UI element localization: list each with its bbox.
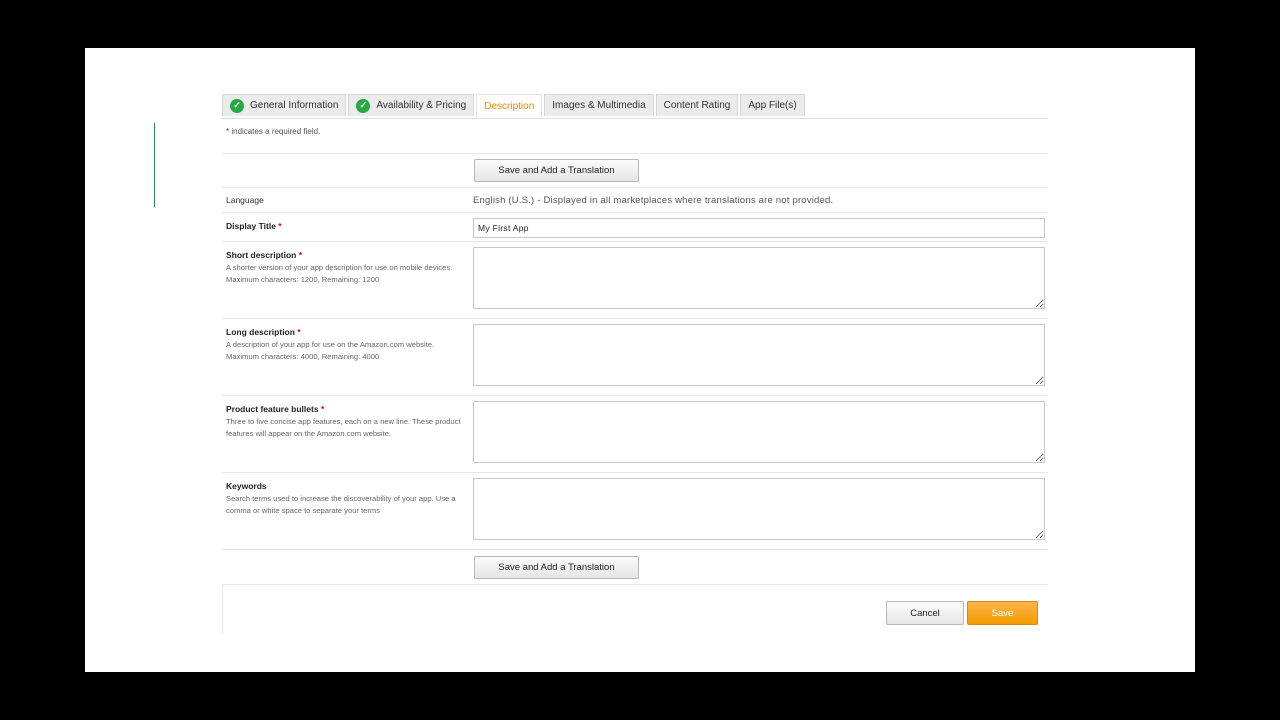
language-value: English (U.S.) - Displayed in all market… — [473, 195, 834, 206]
label-text: Display Title — [226, 221, 276, 231]
required-star: * — [298, 250, 303, 260]
divider — [222, 241, 1048, 242]
tab-label: Content Rating — [663, 100, 731, 111]
character-limit: Maximum characters: 4000, Remaining: 400… — [226, 352, 380, 361]
divider — [222, 212, 1048, 213]
character-limit: Maximum characters: 1200, Remaining: 120… — [226, 275, 380, 284]
divider — [222, 318, 1048, 319]
long-description-help: A description of your app for use on the… — [226, 339, 466, 363]
check-icon: ✓ — [356, 98, 371, 113]
help-text: A description of your app for use on the… — [226, 340, 435, 349]
display-title-input[interactable] — [473, 218, 1045, 238]
long-description-label: Long description * — [226, 327, 301, 337]
display-title-label: Display Title * — [226, 221, 282, 231]
required-field-note: * indicates a required field. — [226, 127, 320, 136]
divider — [222, 549, 1048, 550]
cancel-button[interactable]: Cancel — [886, 601, 964, 625]
short-description-textarea[interactable] — [473, 247, 1045, 309]
label-text: Long description — [226, 327, 295, 337]
required-star: * — [320, 404, 325, 414]
keywords-textarea[interactable] — [473, 478, 1045, 540]
tab-general-information[interactable]: ✓ General Information — [222, 94, 347, 116]
required-star: * — [278, 221, 282, 231]
help-text: Search terms used to increase the discov… — [226, 494, 456, 515]
save-and-add-translation-button-bottom[interactable]: Save and Add a Translation — [474, 556, 639, 579]
tab-label: Availability & Pricing — [376, 100, 467, 111]
help-text: A shorter version of your app descriptio… — [226, 263, 453, 272]
save-button[interactable]: Save — [967, 601, 1038, 625]
divider — [222, 472, 1048, 473]
tab-label: General Information — [250, 100, 339, 111]
keywords-label: Keywords — [226, 481, 267, 491]
help-text: Three to five concise app features, each… — [226, 417, 461, 438]
tab-app-files[interactable]: App File(s) — [740, 94, 805, 116]
short-description-label: Short description * — [226, 250, 302, 260]
language-label: Language — [226, 195, 264, 205]
label-text: Product feature bullets — [226, 404, 319, 414]
tab-content-rating[interactable]: Content Rating — [655, 94, 739, 116]
divider — [222, 395, 1048, 396]
keywords-help: Search terms used to increase the discov… — [226, 493, 466, 517]
save-and-add-translation-button-top[interactable]: Save and Add a Translation — [474, 159, 639, 182]
check-icon: ✓ — [230, 98, 244, 113]
tab-availability-pricing[interactable]: ✓ Availability & Pricing — [348, 94, 475, 116]
feature-bullets-textarea[interactable] — [473, 401, 1045, 463]
divider — [222, 187, 1048, 188]
required-note-text: indicates a required field. — [229, 127, 321, 136]
label-text: Short description — [226, 250, 297, 260]
tab-label: App File(s) — [748, 100, 797, 111]
divider — [222, 153, 1048, 154]
tab-images-multimedia[interactable]: Images & Multimedia — [544, 94, 654, 116]
label-text: Keywords — [226, 481, 267, 491]
required-star: * — [297, 327, 301, 337]
left-divider — [154, 123, 155, 207]
tab-description[interactable]: Description — [476, 94, 543, 118]
long-description-textarea[interactable] — [473, 324, 1045, 386]
feature-bullets-help: Three to five concise app features, each… — [226, 416, 466, 440]
tab-label: Images & Multimedia — [552, 100, 646, 111]
short-description-help: A shorter version of your app descriptio… — [226, 262, 466, 286]
tab-label: Description — [484, 101, 535, 112]
tab-bar: ✓ General Information ✓ Availability & P… — [222, 94, 1048, 119]
feature-bullets-label: Product feature bullets * — [226, 404, 324, 414]
